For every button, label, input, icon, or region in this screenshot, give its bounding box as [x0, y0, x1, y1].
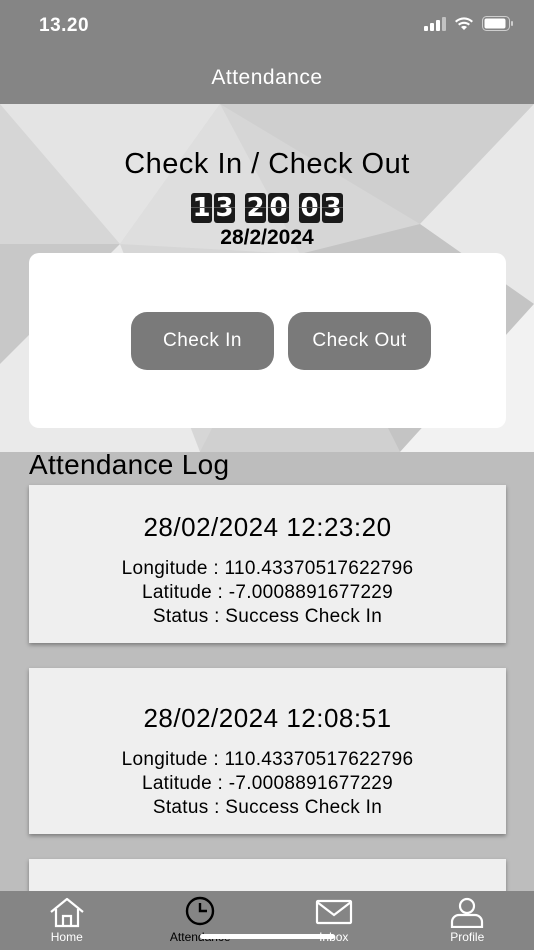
clock-digit: 1	[191, 193, 212, 223]
log-entry-card[interactable]: 28/02/2024 12:08:51 Longitude : 110.4337…	[29, 668, 506, 834]
digital-clock: 1 3 2 0 0 3	[0, 193, 534, 223]
log-entry-latitude: Latitude : -7.0008891677229	[141, 582, 394, 603]
check-in-out-heading: Check In / Check Out	[124, 148, 410, 180]
nav-item-attendance[interactable]: Attendance	[134, 891, 268, 950]
clock-digit: 0	[299, 193, 320, 223]
nav-label: Profile	[450, 930, 485, 944]
log-entry-datetime: 28/02/2024 12:23:20	[143, 512, 392, 542]
nav-item-home[interactable]: Home	[0, 891, 134, 950]
check-in-button[interactable]: Check In	[131, 312, 274, 370]
mail-icon	[315, 899, 352, 925]
nav-item-inbox[interactable]: Inbox	[267, 891, 401, 950]
check-action-card: Check In Check Out	[29, 253, 506, 428]
clock-hours: 1 3	[191, 193, 235, 223]
battery-icon	[482, 16, 513, 31]
nav-label: Home	[50, 930, 83, 944]
current-date: 28/2/2024	[220, 226, 314, 249]
clock-digit: 0	[268, 193, 289, 223]
wifi-icon	[455, 16, 473, 30]
clock-digit: 3	[214, 193, 235, 223]
status-bar: 13.20	[0, 0, 534, 52]
nav-item-profile[interactable]: Profile	[401, 891, 534, 950]
log-entry-latitude: Latitude : -7.0008891677229	[141, 773, 394, 794]
clock-digit: 3	[322, 193, 343, 223]
home-indicator	[200, 934, 335, 939]
status-icons	[424, 16, 514, 31]
signal-icon	[424, 16, 446, 31]
clock-digit: 2	[245, 193, 266, 223]
log-entry-datetime: 28/02/2024 12:08:51	[143, 703, 392, 733]
home-icon	[50, 897, 84, 928]
log-entry-card[interactable]: 28/02/2024 12:23:20 Longitude : 110.4337…	[29, 485, 506, 643]
page-title: Attendance	[211, 66, 323, 89]
clock-icon	[186, 896, 215, 926]
log-entry-longitude: Longitude : 110.43370517622796	[121, 558, 414, 579]
log-entry-status: Status : Success Check In	[152, 606, 383, 627]
clock-seconds: 0 3	[299, 193, 343, 223]
attendance-log-heading: Attendance Log	[29, 449, 230, 480]
bottom-nav: Home Attendance Inbox Profile	[0, 891, 534, 950]
log-entry-status: Status : Success Check In	[152, 797, 383, 818]
status-time: 13.20	[39, 15, 90, 36]
check-out-button[interactable]: Check Out	[288, 312, 431, 370]
clock-minutes: 2 0	[245, 193, 289, 223]
user-icon	[451, 897, 484, 928]
log-entry-longitude: Longitude : 110.43370517622796	[121, 749, 414, 770]
app-bar: Attendance	[0, 52, 534, 104]
